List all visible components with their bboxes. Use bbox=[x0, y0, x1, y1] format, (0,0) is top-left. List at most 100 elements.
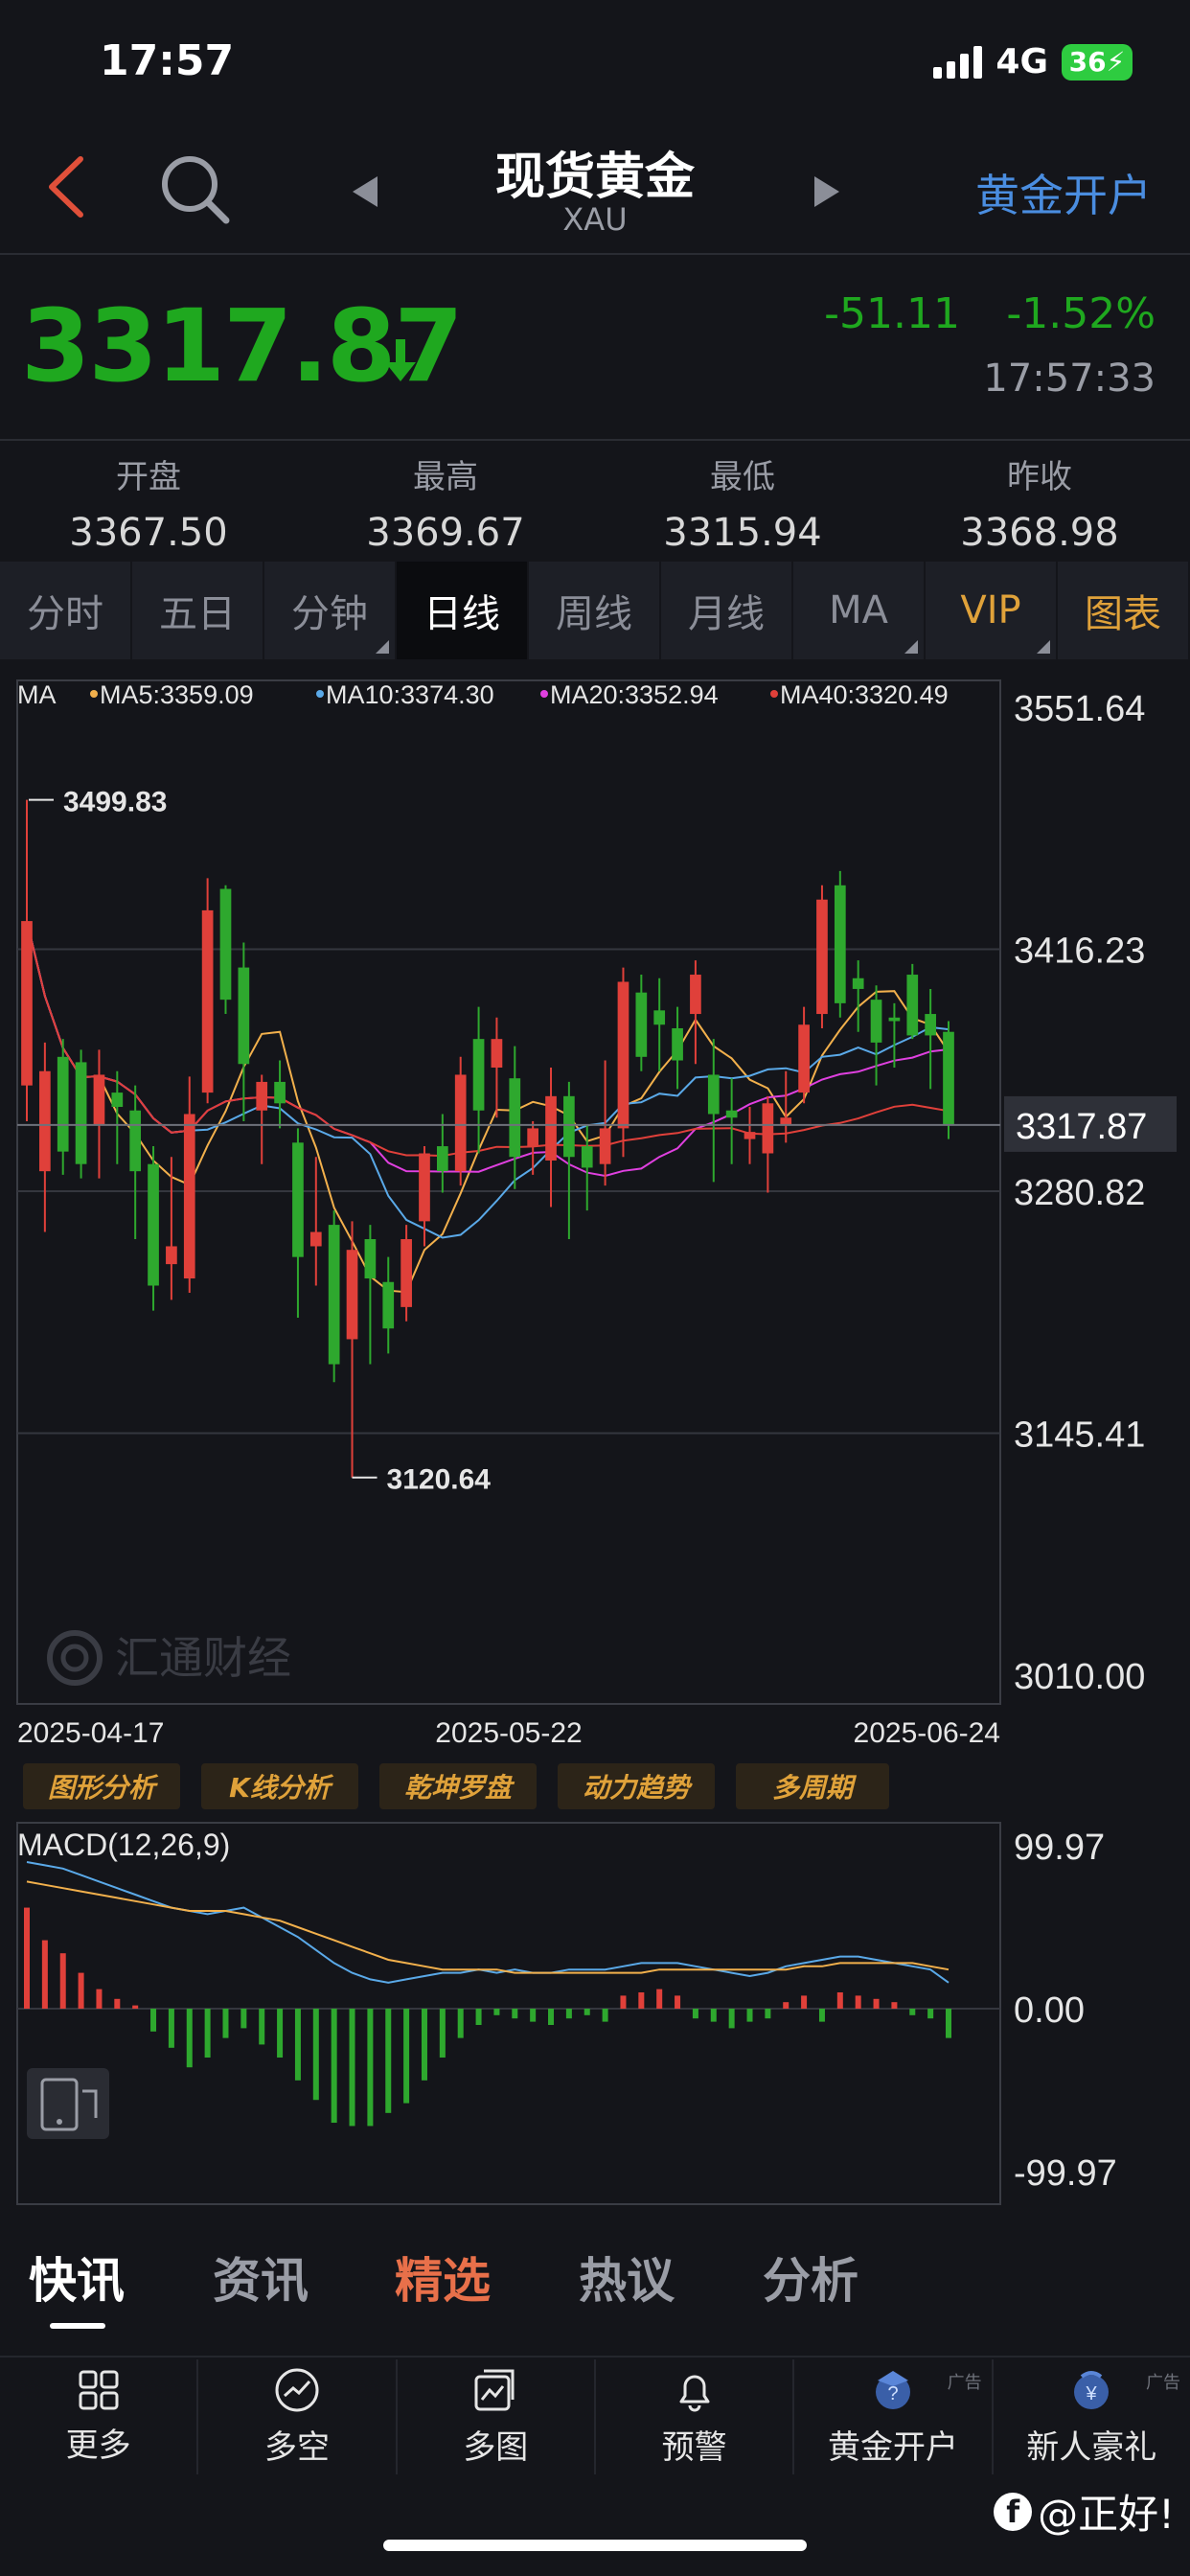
macd-bar bbox=[710, 2009, 717, 2022]
macd-bar bbox=[41, 1940, 48, 2009]
bottom-item-label: 新人豪礼 bbox=[1026, 2427, 1157, 2467]
macd-dea-line bbox=[26, 1880, 950, 1974]
tab-five-day[interactable]: 五日 bbox=[132, 562, 264, 659]
macd-bar bbox=[186, 2009, 193, 2068]
macd-y-axis: 99.97 0.00 -99.97 bbox=[1014, 1828, 1117, 2194]
macd-bar bbox=[421, 2009, 427, 2081]
candle-body bbox=[762, 1103, 774, 1154]
macd-bar bbox=[367, 2009, 374, 2127]
tool-momentum-trend[interactable]: 动力趋势 bbox=[558, 1763, 715, 1809]
macd-bar bbox=[204, 2009, 211, 2058]
candle-body bbox=[925, 1014, 936, 1036]
macd-bar bbox=[855, 1995, 861, 2009]
candle-body bbox=[93, 1074, 105, 1125]
tab-weekly[interactable]: 周线 bbox=[529, 562, 661, 659]
tab-indicator-ma[interactable]: MA bbox=[793, 562, 926, 659]
candle-body bbox=[382, 1281, 395, 1329]
candle-body bbox=[943, 1031, 954, 1125]
macd-bar bbox=[675, 1995, 681, 2009]
bottom-item-long-short[interactable]: 多空 bbox=[198, 2359, 398, 2474]
ma-line-5 bbox=[26, 920, 950, 1294]
tool-kline-analysis[interactable]: K线分析 bbox=[201, 1763, 358, 1809]
footer-watermark-text: @正好! bbox=[1038, 2491, 1175, 2538]
open-account-link[interactable]: 黄金开户 bbox=[975, 161, 1152, 224]
current-price-label: 3317.87 bbox=[1016, 1107, 1147, 1147]
x-tick-label: 2025-04-17 bbox=[17, 1717, 164, 1749]
candle-body bbox=[201, 909, 214, 1093]
tab-chart-settings[interactable]: 图表 bbox=[1058, 562, 1190, 659]
trend-circle-icon bbox=[275, 2368, 319, 2411]
status-time: 17:57 bbox=[100, 36, 235, 85]
ohlc-label: 最低 bbox=[710, 458, 775, 496]
news-tab-info[interactable]: 资讯 bbox=[213, 2242, 309, 2312]
facebook-icon: f bbox=[994, 2492, 1033, 2531]
y-tick-label: 3551.64 bbox=[1014, 689, 1145, 729]
news-tab-hot[interactable]: 热议 bbox=[579, 2242, 675, 2312]
macd-bar bbox=[78, 1972, 84, 2009]
candle-body bbox=[491, 1039, 503, 1068]
macd-y-tick-label: 0.00 bbox=[1014, 1990, 1085, 2031]
down-arrow-icon bbox=[385, 339, 416, 381]
multi-chart-icon bbox=[474, 2369, 515, 2410]
bell-icon bbox=[679, 2375, 710, 2411]
watermark: 汇通财经 bbox=[47, 1630, 291, 1686]
y-tick-label: 3416.23 bbox=[1014, 932, 1145, 972]
bottom-item-gold-account[interactable]: 广告 ? 黄金开户 bbox=[794, 2359, 994, 2474]
candle-body bbox=[57, 1056, 69, 1152]
candle-body bbox=[563, 1095, 575, 1158]
tab-minute[interactable]: 分钟 bbox=[264, 562, 397, 659]
tab-vip[interactable]: VIP bbox=[926, 562, 1058, 659]
macd-bar bbox=[783, 2002, 790, 2009]
tool-compass[interactable]: 乾坤罗盘 bbox=[379, 1763, 537, 1809]
legend-entry: MA5:3359.09 bbox=[100, 680, 254, 709]
ohlc-low: 最低 3315.94 bbox=[594, 450, 891, 555]
macd-bar bbox=[385, 2009, 392, 2113]
home-indicator[interactable] bbox=[383, 2540, 807, 2551]
macd-bar bbox=[150, 2009, 157, 2032]
legend-entry: MA40:3320.49 bbox=[780, 680, 949, 709]
news-tab-analysis[interactable]: 分析 bbox=[763, 2242, 858, 2312]
price-change: -51.11 bbox=[824, 289, 960, 338]
news-tab-featured[interactable]: 精选 bbox=[395, 2242, 491, 2312]
candle-body bbox=[635, 992, 648, 1057]
tab-daily[interactable]: 日线 bbox=[397, 562, 529, 659]
legend-marker bbox=[316, 690, 324, 698]
bottom-item-more[interactable]: 更多 bbox=[0, 2359, 199, 2474]
candle-body bbox=[328, 1225, 340, 1365]
low-label: 3120.64 bbox=[387, 1464, 492, 1496]
footer-watermark: f @正好! bbox=[994, 2482, 1175, 2541]
macd-title: MACD(12,26,9) bbox=[17, 1828, 230, 1862]
legend-marker bbox=[540, 690, 548, 698]
screen-rotate-icon[interactable] bbox=[27, 2068, 109, 2139]
macd-chart[interactable]: 99.97 0.00 -99.97 MACD(12,26,9) bbox=[0, 1817, 1190, 2210]
macd-bar bbox=[259, 2009, 265, 2045]
macd-bar bbox=[493, 2009, 500, 2015]
tab-monthly[interactable]: 月线 bbox=[661, 562, 793, 659]
candle-body bbox=[653, 1010, 666, 1025]
bottom-item-newbie-gift[interactable]: 广告 ¥ 新人豪礼 bbox=[994, 2359, 1190, 2474]
macd-bar bbox=[638, 1991, 645, 2009]
candle-body bbox=[816, 899, 828, 1015]
bottom-item-multi-chart[interactable]: 多图 bbox=[398, 2359, 596, 2474]
ma-legend: MA MA5:3359.09 MA10:3374.30 MA20:3352.94 MA4… bbox=[17, 680, 949, 709]
ohlc-value: 3369.67 bbox=[366, 511, 525, 555]
candle-body bbox=[75, 1062, 87, 1164]
macd-y-tick-label: -99.97 bbox=[1014, 2153, 1117, 2194]
tool-pattern-analysis[interactable]: 图形分析 bbox=[23, 1763, 180, 1809]
macd-bar bbox=[349, 2009, 355, 2127]
bottom-item-label: 黄金开户 bbox=[827, 2427, 958, 2467]
tool-multi-period[interactable]: 多周期 bbox=[736, 1763, 889, 1809]
macd-bar bbox=[132, 2005, 139, 2009]
legend-marker bbox=[90, 690, 98, 698]
candlestick-chart[interactable]: 汇通财经 MA MA5:3359.09 MA10:3374.30 MA20:3352.… bbox=[0, 671, 1190, 1763]
tab-intraday[interactable]: 分时 bbox=[0, 562, 132, 659]
moving-averages bbox=[26, 920, 950, 1294]
battery-icon: 36 ⚡ bbox=[1062, 43, 1133, 80]
bottom-item-alert[interactable]: 预警 bbox=[596, 2359, 795, 2474]
grid-icon bbox=[79, 2370, 119, 2409]
macd-bar bbox=[927, 2009, 934, 2019]
macd-bar bbox=[512, 2009, 518, 2019]
news-tab-flash[interactable]: 快讯 bbox=[29, 2242, 125, 2312]
candle-body bbox=[419, 1153, 430, 1222]
y-axis: 3551.64 3416.23 3280.82 3145.41 3010.00 bbox=[1014, 689, 1145, 1697]
